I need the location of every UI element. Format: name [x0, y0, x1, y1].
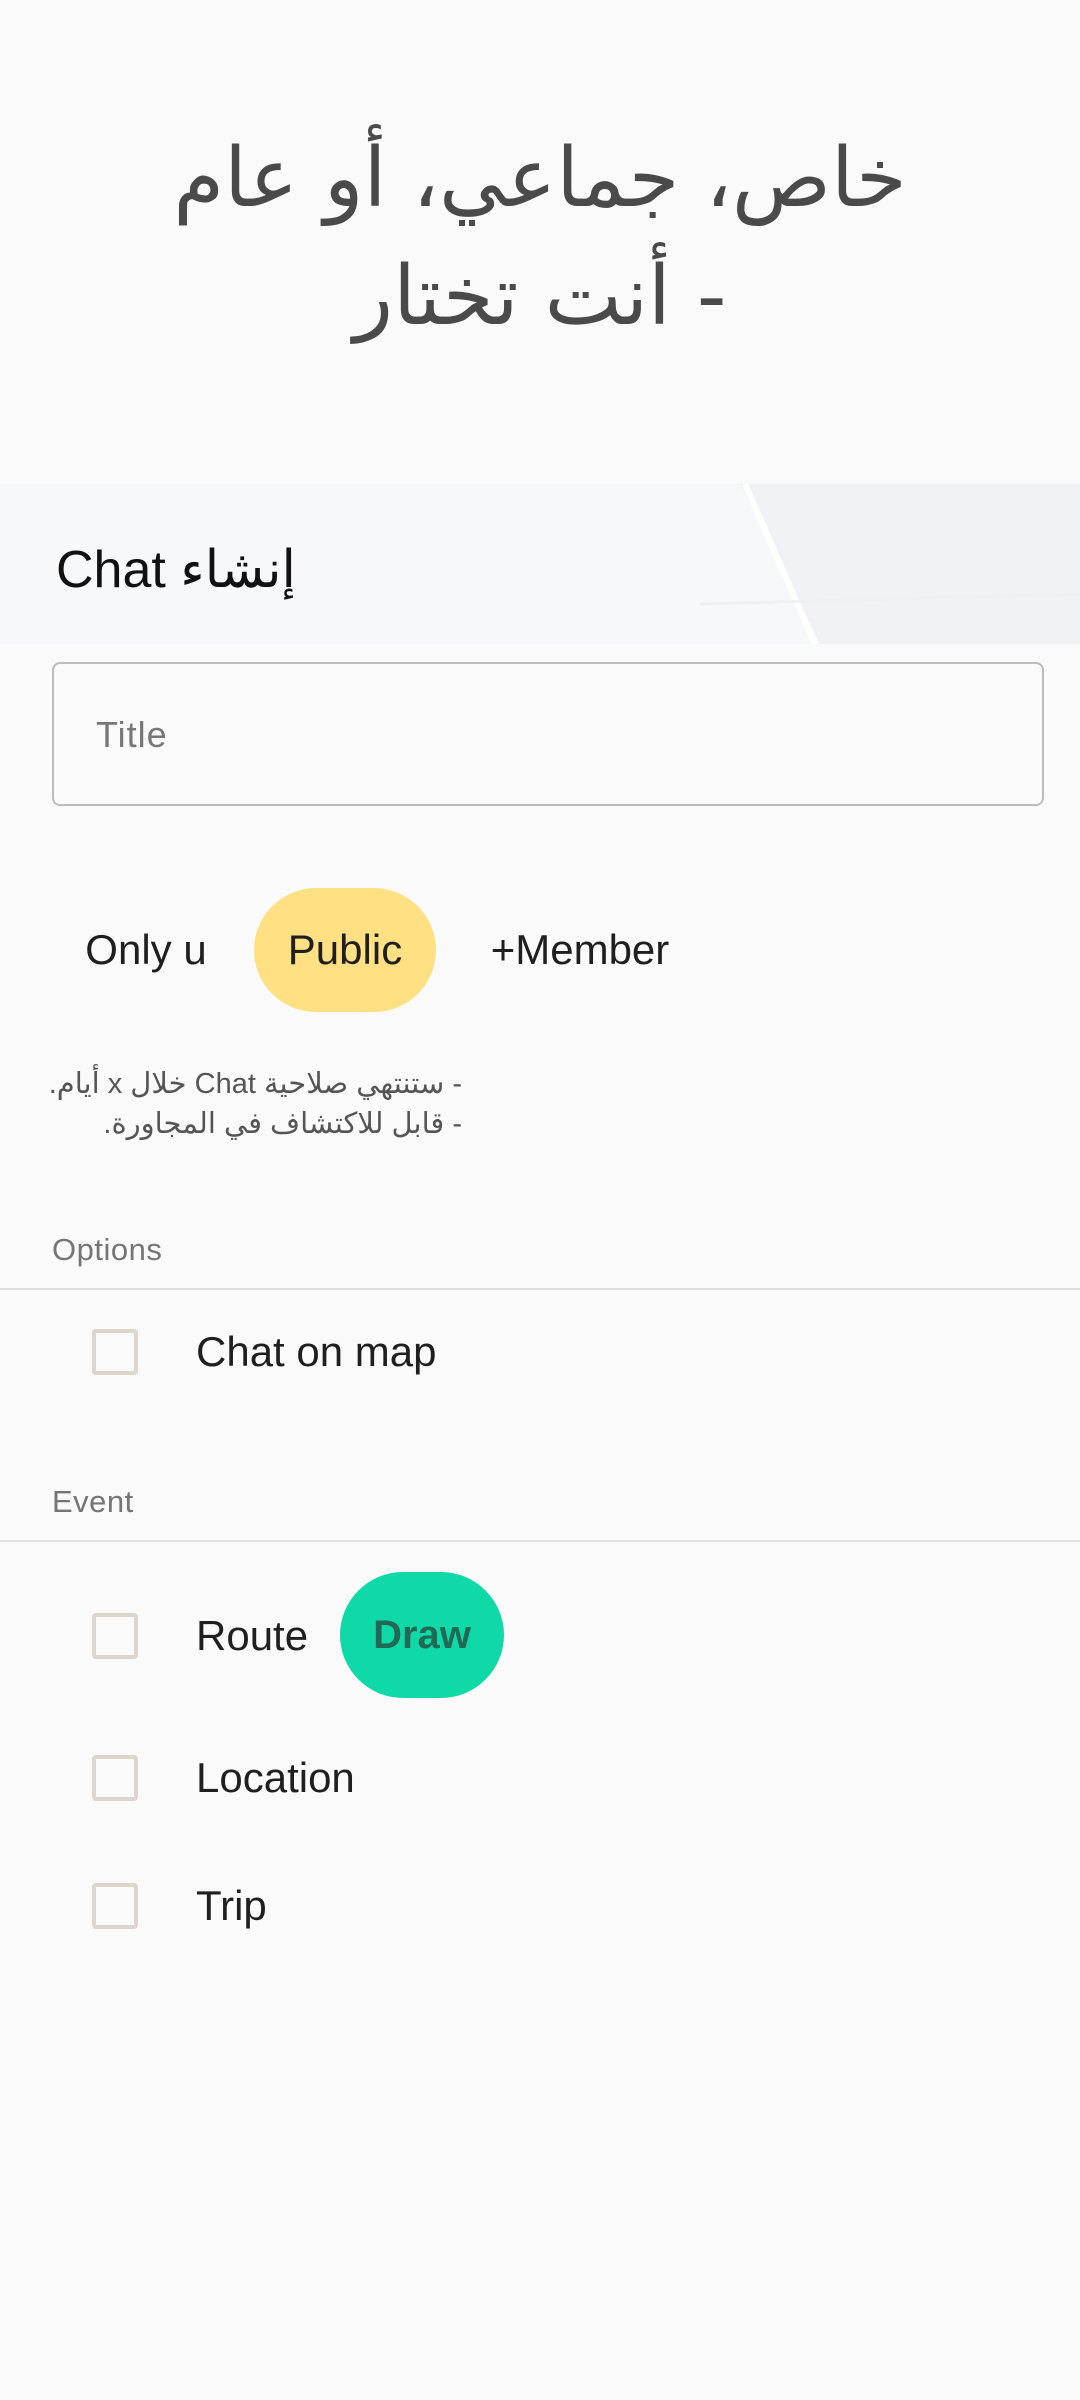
visibility-option-only-u[interactable]: Only u: [56, 888, 236, 1012]
draw-route-button[interactable]: Draw: [340, 1572, 504, 1698]
hero-title-line-1: خاص، جماعي، أو عام: [173, 131, 907, 226]
hero-section: خاص، جماعي، أو عام - أنت تختار: [0, 0, 1080, 484]
options-divider: [0, 1288, 1080, 1290]
visibility-option-member[interactable]: +Member: [470, 888, 690, 1012]
location-label: Location: [196, 1754, 355, 1801]
event-route[interactable]: Route: [0, 1586, 1080, 1686]
chat-info-notes: - ستنتهي صلاحية Chat خلال x أيام. - قابل…: [48, 1064, 462, 1144]
event-trip[interactable]: Trip: [0, 1856, 1080, 1956]
trip-label: Trip: [196, 1882, 267, 1929]
chat-on-map-checkbox[interactable]: [92, 1329, 138, 1375]
location-checkbox[interactable]: [92, 1755, 138, 1801]
event-location[interactable]: Location: [0, 1728, 1080, 1828]
hero-title: خاص، جماعي، أو عام - أنت تختار: [0, 120, 1080, 356]
options-section-label: Options: [52, 1232, 163, 1267]
visibility-option-public[interactable]: Public: [254, 888, 436, 1012]
route-label: Route: [196, 1612, 309, 1659]
event-section-label: Event: [52, 1484, 134, 1519]
title-input[interactable]: [94, 664, 998, 806]
note-discoverable: - قابل للاكتشاف في المجاورة.: [103, 1108, 462, 1140]
create-chat-heading: Chat إنشاء: [56, 540, 296, 600]
heading-create-word: إنشاء: [180, 541, 296, 599]
note-expiry: - ستنتهي صلاحية Chat خلال x أيام.: [48, 1068, 462, 1100]
route-checkbox[interactable]: [92, 1613, 138, 1659]
chat-on-map-label: Chat on map: [196, 1328, 437, 1375]
title-field[interactable]: [52, 662, 1044, 806]
trip-checkbox[interactable]: [92, 1883, 138, 1929]
heading-chat-word: Chat: [56, 541, 166, 599]
option-chat-on-map[interactable]: Chat on map: [0, 1302, 1080, 1402]
hero-title-line-2: - أنت تختار: [353, 249, 727, 344]
event-divider: [0, 1540, 1080, 1542]
